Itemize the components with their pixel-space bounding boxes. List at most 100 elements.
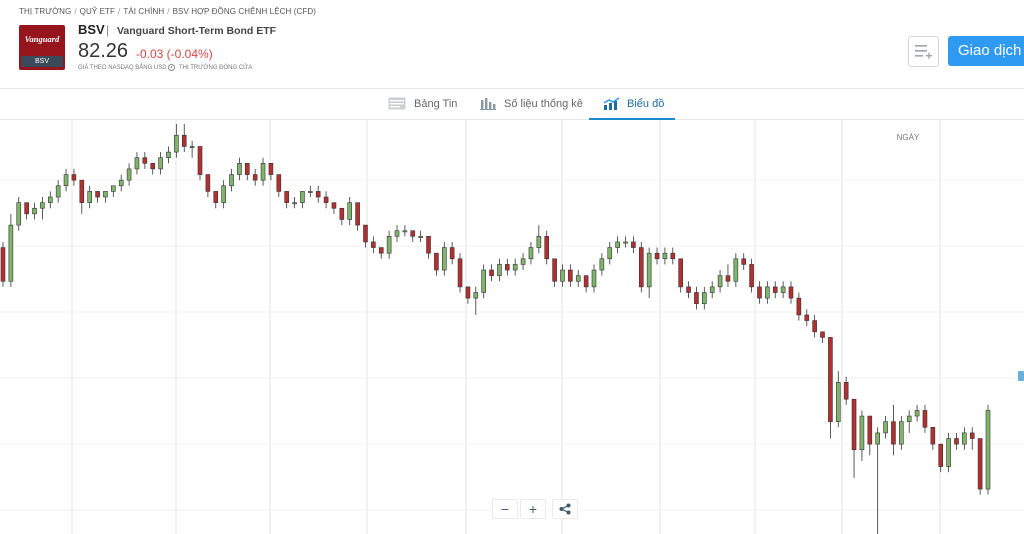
candle (591, 269, 597, 288)
candle (55, 185, 61, 198)
candle (24, 202, 29, 215)
candle (560, 269, 565, 282)
candle (867, 415, 873, 445)
candle (87, 191, 92, 203)
candle (426, 236, 431, 254)
candle (599, 258, 605, 271)
candle (79, 179, 85, 203)
tab-chart[interactable]: Biểu đồ (603, 89, 675, 119)
candle (583, 275, 589, 288)
candle (103, 191, 108, 198)
candle (213, 191, 219, 203)
candle (607, 247, 613, 260)
candle (308, 191, 313, 193)
candle (796, 297, 802, 316)
candle (158, 157, 163, 170)
candle (221, 185, 226, 203)
candle (883, 421, 888, 434)
candle (71, 174, 77, 181)
candle (449, 247, 455, 260)
candle (536, 236, 542, 248)
candle (268, 163, 274, 175)
candle (977, 438, 983, 490)
candle (473, 292, 479, 299)
candle (646, 252, 652, 288)
candle (788, 286, 794, 299)
zoom-out-button[interactable]: − (492, 499, 518, 519)
candle (386, 236, 392, 254)
logo-brand: Vanguard (24, 34, 60, 44)
candle (142, 157, 148, 164)
breadcrumb-finance[interactable]: TÀI CHÍNH (123, 7, 164, 16)
candle (465, 286, 471, 299)
candle (725, 275, 731, 282)
price-change: -0.03 (-0.04%) (136, 47, 213, 61)
candle (197, 146, 203, 175)
candle (859, 415, 865, 451)
candle (174, 134, 179, 153)
candle (347, 202, 353, 220)
candle (670, 252, 676, 260)
candle (914, 410, 920, 417)
candle (63, 174, 69, 187)
candle (402, 230, 408, 233)
candle (544, 236, 550, 260)
price-marker (1018, 371, 1024, 381)
candle (331, 202, 337, 209)
candle (780, 286, 786, 293)
candle (851, 398, 857, 451)
tab-stats[interactable]: Số liệu thống kê (480, 89, 583, 119)
period-label: NGÀY (897, 133, 920, 142)
candle (441, 247, 447, 271)
candle (95, 191, 100, 198)
candle (339, 207, 345, 220)
candle (843, 382, 849, 400)
candle (371, 241, 376, 248)
zoom-in-button[interactable]: + (520, 499, 546, 519)
candle (481, 269, 486, 293)
candle (315, 191, 321, 198)
candle (0, 247, 6, 282)
news-icon (388, 97, 406, 110)
candle (638, 247, 644, 288)
candle (733, 258, 739, 282)
candle (575, 275, 581, 282)
candle (946, 438, 951, 467)
candle (552, 258, 557, 282)
candle (244, 163, 250, 175)
instrument-tabs: Bảng Tin Số liệu thống kê Biểu đồ (0, 89, 1024, 120)
candle (252, 174, 258, 181)
candle (16, 202, 22, 226)
candle (410, 230, 416, 237)
price-note: GIÁ THEO NASDAQ BẰNG USD (78, 65, 167, 71)
breadcrumb-markets[interactable]: THỊ TRƯỜNG (19, 7, 71, 16)
candle (497, 264, 502, 276)
candle (717, 275, 723, 288)
candle (189, 146, 195, 148)
candle (229, 174, 234, 187)
candle (922, 410, 928, 428)
candle (686, 286, 691, 293)
candle (891, 421, 896, 445)
candle (260, 163, 266, 181)
add-to-watchlist-button[interactable] (908, 36, 939, 67)
share-button[interactable] (552, 499, 578, 519)
candle (300, 191, 305, 203)
symbol-separator: | (106, 23, 110, 37)
price-chart[interactable]: NGÀY (0, 120, 1024, 534)
candle (166, 151, 171, 158)
tab-news[interactable]: Bảng Tin (388, 89, 468, 119)
candle (654, 252, 660, 260)
instrument-header: THỊ TRƯỜNG / QUỸ ETF / TÀI CHÍNH / BSV HỢP ĐỒN… (0, 0, 1024, 89)
trade-button[interactable]: Giao dịch (948, 36, 1024, 66)
clock-icon (168, 64, 175, 71)
breadcrumb: THỊ TRƯỜNG / QUỸ ETF / TÀI CHÍNH / BSV HỢP ĐỒN… (19, 7, 316, 16)
logo-ticker: BSV (21, 56, 63, 67)
market-status: THỊ TRƯỜNG ĐÓNG CỬA (179, 65, 253, 71)
candle (276, 174, 282, 192)
candle (528, 247, 534, 260)
candle (631, 241, 636, 248)
candle (678, 258, 683, 288)
breadcrumb-etf[interactable]: QUỸ ETF (80, 7, 115, 16)
candle (47, 196, 53, 203)
